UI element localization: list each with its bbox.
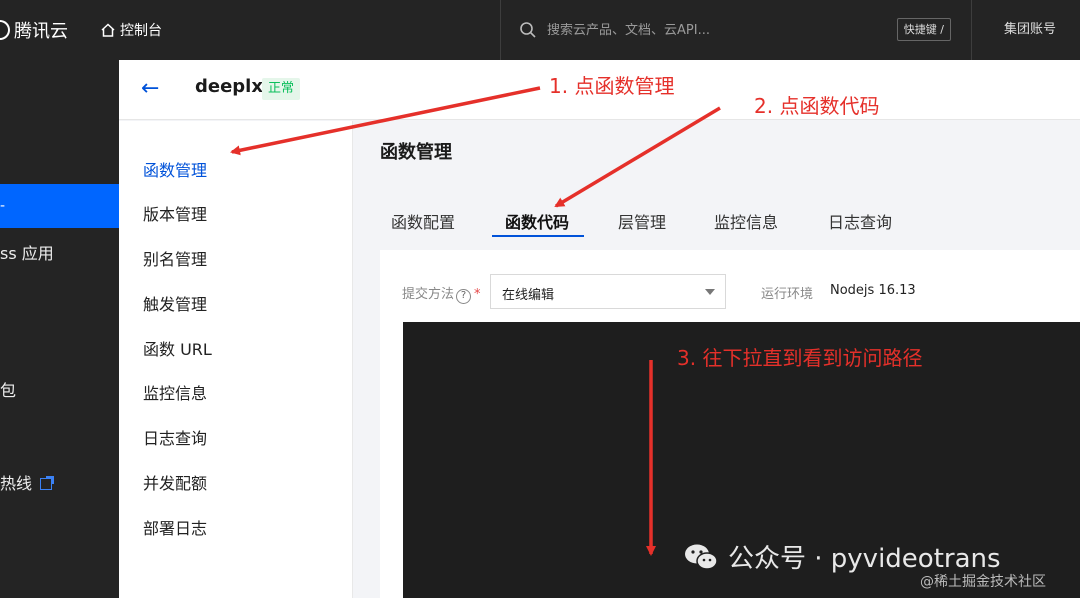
- sidebar-item-serverless-app[interactable]: ss 应用: [0, 240, 54, 264]
- sub-menu-deploy-log[interactable]: 部署日志: [143, 515, 207, 539]
- runtime-value: Nodejs 16.13: [830, 283, 916, 298]
- annotation-step-1: 1. 点函数管理: [549, 74, 675, 98]
- required-mark: *: [474, 287, 481, 302]
- tab-log-query[interactable]: 日志查询: [828, 209, 892, 233]
- runtime-label: 运行环境: [761, 287, 814, 302]
- console-label: 控制台: [120, 23, 162, 39]
- status-badge: 正常: [262, 78, 301, 100]
- chevron-down-icon: [705, 289, 715, 295]
- annotation-step-3: 3. 往下拉直到看到访问路径: [677, 346, 923, 370]
- search-input[interactable]: [547, 22, 877, 38]
- sub-menu-concurrency-quota[interactable]: 并发配额: [143, 470, 207, 494]
- tab-layer-management[interactable]: 层管理: [618, 209, 666, 233]
- function-sub-menu: 函数管理 版本管理 别名管理 触发管理 函数 URL 监控信息 日志查询 并发配…: [119, 121, 353, 598]
- account-menu[interactable]: 集团账号: [1004, 0, 1056, 60]
- console-link[interactable]: 控制台: [100, 0, 162, 60]
- function-name: deeplx: [195, 76, 263, 97]
- home-icon: [101, 23, 115, 37]
- sub-menu-alias-management[interactable]: 别名管理: [143, 246, 207, 270]
- tab-function-config[interactable]: 函数配置: [391, 209, 455, 233]
- sidebar-item-hotline-label: 热线: [0, 474, 33, 493]
- page-title: 函数管理: [380, 142, 452, 163]
- back-arrow-icon[interactable]: ←: [141, 76, 159, 101]
- submit-method-value: 在线编辑: [502, 288, 555, 303]
- submit-method-label-text: 提交方法: [402, 287, 455, 302]
- logo-icon: [0, 20, 10, 40]
- wechat-watermark-text: 公众号 · pyvideotrans: [728, 544, 1001, 574]
- tab-monitoring[interactable]: 监控信息: [714, 209, 778, 233]
- sub-menu-monitoring[interactable]: 监控信息: [143, 380, 207, 404]
- search-icon: [520, 22, 536, 38]
- submit-method-label: 提交方法? *: [402, 283, 481, 304]
- sub-menu-function-management[interactable]: 函数管理: [143, 157, 207, 181]
- wechat-watermark: 公众号 · pyvideotrans: [684, 538, 1001, 575]
- product-sidebar: - ss 应用 包 热线: [0, 60, 119, 598]
- submit-method-select[interactable]: 在线编辑: [490, 274, 726, 309]
- external-link-icon: [40, 476, 55, 490]
- wechat-icon: [685, 544, 718, 570]
- active-tab-indicator: [492, 235, 584, 237]
- help-icon[interactable]: ?: [456, 289, 472, 304]
- annotation-step-2: 2. 点函数代码: [754, 94, 880, 118]
- brand-name: 腾讯云: [14, 21, 68, 42]
- sidebar-active-marker: -: [0, 198, 6, 214]
- sidebar-active-item[interactable]: [0, 184, 119, 228]
- sub-menu-log-query[interactable]: 日志查询: [143, 425, 207, 449]
- sub-menu-function-url[interactable]: 函数 URL: [143, 336, 212, 360]
- top-navigation-bar: 腾讯云 控制台 快捷键 / 集团账号: [0, 0, 1080, 60]
- sidebar-item-hotline[interactable]: 热线: [0, 470, 55, 494]
- sidebar-item-package[interactable]: 包: [0, 377, 16, 401]
- global-search[interactable]: 快捷键 /: [500, 0, 972, 60]
- annotation-arrow-2: [554, 106, 721, 208]
- sub-menu-version-management[interactable]: 版本管理: [143, 201, 207, 225]
- tab-function-code[interactable]: 函数代码: [505, 209, 569, 233]
- sub-menu-trigger-management[interactable]: 触发管理: [143, 291, 207, 315]
- tencent-cloud-logo[interactable]: 腾讯云: [0, 0, 68, 60]
- site-watermark: @稀土掘金技术社区: [920, 574, 1046, 590]
- shortcut-key-badge[interactable]: 快捷键 /: [896, 18, 951, 41]
